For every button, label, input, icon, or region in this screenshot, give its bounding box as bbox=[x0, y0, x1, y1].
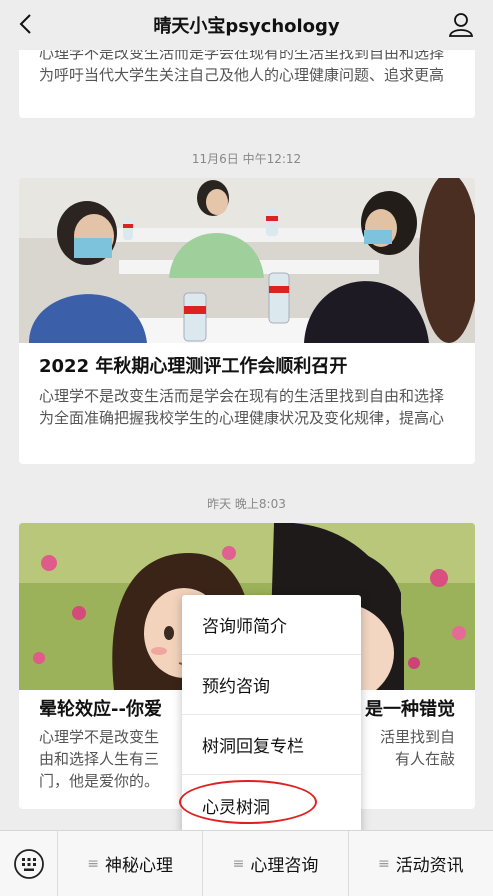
keyboard-toggle-button[interactable] bbox=[0, 830, 58, 896]
article-title: 2022 年秋期心理测评工作会顺利召开 bbox=[39, 356, 348, 377]
bottom-menu-bar: ≡ 神秘心理 ≡ 心理咨询 ≡ 活动资讯 bbox=[0, 830, 493, 896]
message-timestamp: 11月6日 中午12:12 bbox=[191, 152, 302, 166]
message-timestamp: 昨天 晚上8:03 bbox=[207, 497, 286, 511]
article-title-tail: 是一种错觉 bbox=[365, 699, 455, 720]
menu-item-counselor-intro[interactable]: 咨询师简介 bbox=[182, 595, 361, 655]
menu-item-treehole-reply[interactable]: 树洞回复专栏 bbox=[182, 715, 361, 775]
submenu-popup: 咨询师简介 预约咨询 树洞回复专栏 心灵树洞 bbox=[182, 595, 361, 835]
menu-lines-icon: ≡ bbox=[377, 855, 390, 872]
profile-button[interactable] bbox=[447, 10, 475, 38]
article-cover-image bbox=[19, 178, 475, 343]
menu-tab-counseling[interactable]: ≡ 心理咨询 bbox=[203, 830, 349, 896]
menu-tab-mystery-psychology[interactable]: ≡ 神秘心理 bbox=[58, 830, 204, 896]
menu-lines-icon: ≡ bbox=[232, 855, 245, 872]
chevron-left-icon bbox=[19, 14, 31, 34]
article-card[interactable]: 2022 年秋期心理测评工作会顺利召开 心理学不是改变生活而是学会在现有的生活里… bbox=[19, 178, 475, 464]
menu-tab-activity-news[interactable]: ≡ 活动资讯 bbox=[349, 831, 493, 896]
person-icon bbox=[448, 13, 474, 37]
keyboard-icon bbox=[13, 848, 44, 879]
menu-item-soul-treehole[interactable]: 心灵树洞 bbox=[182, 775, 361, 835]
header: 晴天小宝psychology bbox=[0, 0, 493, 50]
classroom-photo bbox=[19, 178, 475, 343]
article-description: 心理学不是改变生活而是学会在现有的生活里找到自由和选择为全面准确把握我校学生的心… bbox=[39, 387, 445, 427]
page-title: 晴天小宝psychology bbox=[153, 16, 340, 37]
back-button[interactable] bbox=[10, 9, 40, 39]
article-title: 晕轮效应--你爱 bbox=[39, 699, 162, 720]
article-description: 心理学不是改变生活而是学会在现有的生活里找到自由和选择为呼吁当代大学生关注自己及… bbox=[39, 50, 445, 84]
article-card[interactable]: 心理学不是改变生活而是学会在现有的生活里找到自由和选择为呼吁当代大学生关注自己及… bbox=[19, 50, 475, 118]
menu-item-book-consultation[interactable]: 预约咨询 bbox=[182, 655, 361, 715]
menu-lines-icon: ≡ bbox=[87, 855, 100, 872]
